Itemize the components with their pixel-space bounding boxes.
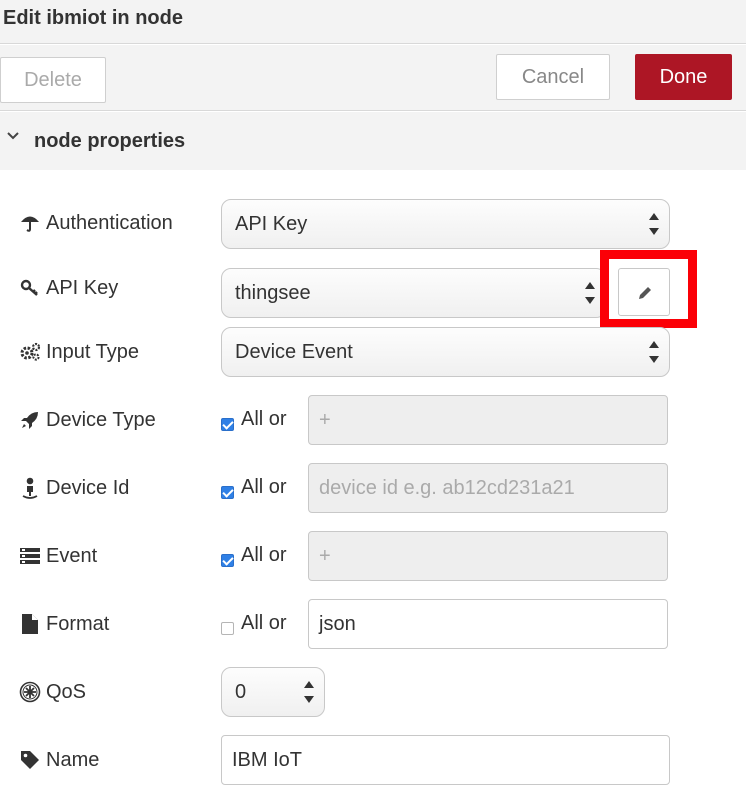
dialog-toolbar: Delete Cancel Done — [0, 45, 746, 111]
api-key-label: API Key — [18, 273, 118, 303]
done-button[interactable]: Done — [635, 54, 732, 100]
gears-icon — [18, 342, 42, 362]
select-arrows-icon — [585, 282, 595, 304]
input-type-select[interactable]: Device Event — [221, 327, 670, 377]
api-key-select[interactable]: thingsee — [221, 268, 606, 318]
format-all-checkbox[interactable] — [221, 622, 234, 635]
device-type-input[interactable]: + — [308, 395, 668, 445]
device-id-all-checkbox[interactable] — [221, 486, 234, 499]
authentication-select[interactable]: API Key — [221, 199, 670, 249]
dialog-title-bar: Edit ibmiot in node — [0, 0, 746, 44]
umbrella-icon — [18, 213, 42, 233]
input-type-label: Input Type — [18, 337, 139, 367]
authentication-label: Authentication — [18, 208, 173, 238]
delete-button[interactable]: Delete — [0, 57, 106, 103]
file-icon — [18, 613, 42, 635]
device-type-all-checkbox[interactable] — [221, 418, 234, 431]
api-key-value: thingsee — [235, 281, 311, 304]
authentication-label-text: Authentication — [46, 211, 173, 234]
tag-icon — [18, 750, 42, 770]
event-all-or-label: All or — [241, 544, 287, 566]
qos-value: 0 — [235, 680, 247, 703]
section-title: node properties — [34, 130, 186, 152]
format-all-or-label: All or — [241, 612, 287, 634]
pencil-icon — [639, 287, 651, 299]
input-type-value: Device Event — [235, 340, 353, 363]
api-key-label-text: API Key — [46, 276, 119, 299]
input-type-label-text: Input Type — [46, 340, 140, 363]
event-label: Event — [18, 541, 97, 571]
server-icon — [18, 546, 42, 566]
rocket-icon — [18, 410, 42, 430]
device-type-all-or-label: All or — [241, 408, 287, 430]
qos-select[interactable]: 0 — [221, 667, 325, 717]
name-label-text: Name — [46, 748, 100, 771]
edit-api-key-button[interactable] — [618, 268, 670, 316]
node-properties-section-header[interactable]: node properties — [0, 112, 746, 170]
device-id-input[interactable]: device id e.g. ab12cd231a21 — [308, 463, 668, 513]
select-arrows-icon — [649, 213, 659, 235]
qos-icon — [18, 681, 42, 703]
event-input[interactable]: + — [308, 531, 668, 581]
select-arrows-icon — [304, 681, 314, 703]
format-label-text: Format — [46, 612, 110, 635]
device-type-label-text: Device Type — [46, 408, 156, 431]
format-label: Format — [18, 609, 109, 639]
name-label: Name — [18, 745, 99, 775]
device-type-label: Device Type — [18, 405, 156, 435]
name-input[interactable]: IBM IoT — [221, 735, 670, 785]
format-input[interactable]: json — [308, 599, 668, 649]
authentication-value: API Key — [235, 212, 308, 235]
cancel-button[interactable]: Cancel — [496, 54, 610, 100]
select-arrows-icon — [649, 341, 659, 363]
device-id-all-or-label: All or — [241, 476, 287, 498]
event-all-checkbox[interactable] — [221, 554, 234, 567]
event-label-text: Event — [46, 544, 98, 567]
user-icon — [18, 477, 42, 499]
device-id-label: Device Id — [18, 473, 129, 503]
chevron-down-icon[interactable] — [6, 127, 20, 148]
key-icon — [18, 278, 42, 298]
qos-label-text: QoS — [46, 680, 87, 703]
dialog-title: Edit ibmiot in node — [3, 7, 183, 29]
device-id-label-text: Device Id — [46, 476, 130, 499]
qos-label: QoS — [18, 677, 86, 707]
